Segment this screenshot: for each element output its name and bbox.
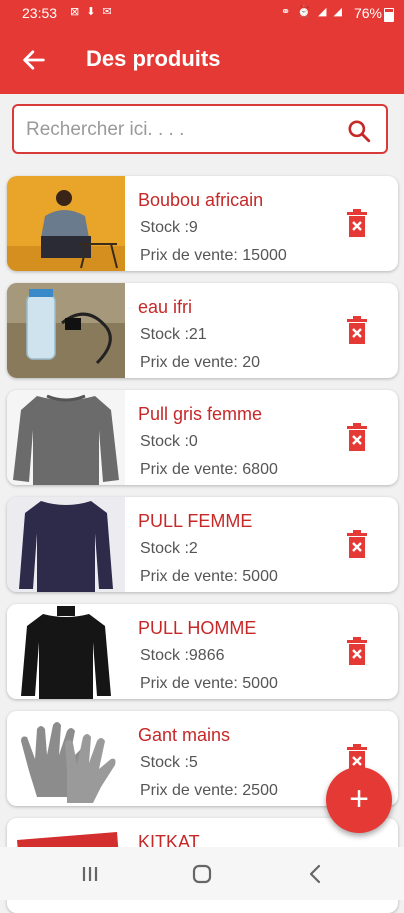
product-card[interactable]: eau ifri Stock :21 Prix de vente: 20 bbox=[7, 283, 398, 378]
product-price: Prix de vente: 5000 bbox=[140, 568, 278, 585]
product-name: Pull gris femme bbox=[138, 404, 263, 424]
product-image bbox=[7, 711, 125, 806]
battery-icon bbox=[384, 8, 394, 22]
product-image bbox=[7, 604, 125, 699]
product-name: PULL FEMME bbox=[138, 511, 253, 531]
product-price: Prix de vente: 15000 bbox=[140, 247, 287, 264]
add-product-button[interactable]: + bbox=[326, 767, 392, 833]
product-stock: Stock :9 bbox=[140, 219, 198, 236]
delete-icon[interactable] bbox=[345, 636, 369, 666]
product-stock: Stock :21 bbox=[140, 326, 207, 343]
system-icons: ⚭ ⏰ ◢ ◢ bbox=[280, 6, 344, 18]
plus-icon: + bbox=[349, 780, 369, 818]
product-card[interactable]: PULL FEMME Stock :2 Prix de vente: 5000 bbox=[7, 497, 398, 592]
product-image bbox=[7, 283, 125, 378]
product-name: Gant mains bbox=[138, 725, 231, 745]
product-name: PULL HOMME bbox=[138, 618, 257, 638]
home-icon[interactable] bbox=[188, 860, 216, 888]
delete-icon[interactable] bbox=[345, 529, 369, 559]
product-card[interactable]: Pull gris femme Stock :0 Prix de vente: … bbox=[7, 390, 398, 485]
product-image bbox=[7, 176, 125, 271]
product-price: Prix de vente: 2500 bbox=[140, 782, 278, 799]
product-stock: Stock :0 bbox=[140, 433, 198, 450]
battery-level: 76% bbox=[353, 5, 382, 21]
product-name: Boubou africain bbox=[138, 190, 264, 210]
notification-icons: ⊠ ⬇ ✉ bbox=[70, 6, 114, 18]
product-stock: Stock :2 bbox=[140, 540, 198, 557]
product-price: Prix de vente: 20 bbox=[140, 354, 261, 371]
delete-icon[interactable] bbox=[345, 422, 369, 452]
product-price: Prix de vente: 6800 bbox=[140, 461, 278, 478]
recent-apps-icon[interactable] bbox=[76, 860, 104, 888]
product-image bbox=[7, 390, 125, 485]
product-image bbox=[7, 497, 125, 592]
back-arrow-icon[interactable] bbox=[20, 46, 48, 74]
status-bar: 23:53 ⊠ ⬇ ✉ ⚭ ⏰ ◢ ◢ 76% bbox=[0, 0, 404, 26]
delete-icon[interactable] bbox=[345, 315, 369, 345]
product-price: Prix de vente: 5000 bbox=[140, 675, 278, 692]
app-bar: Des produits bbox=[0, 26, 404, 94]
back-icon[interactable] bbox=[302, 860, 330, 888]
status-time: 23:53 bbox=[22, 5, 58, 21]
delete-icon[interactable] bbox=[345, 208, 369, 238]
product-stock: Stock :5 bbox=[140, 754, 198, 771]
search-bar bbox=[12, 104, 388, 154]
product-stock: Stock :9866 bbox=[140, 647, 225, 664]
product-name: eau ifri bbox=[138, 297, 193, 317]
page-title: Des produits bbox=[86, 46, 221, 71]
product-card[interactable]: PULL HOMME Stock :9866 Prix de vente: 50… bbox=[7, 604, 398, 699]
search-icon[interactable] bbox=[346, 118, 372, 144]
product-card[interactable]: Boubou africain Stock :9 Prix de vente: … bbox=[7, 176, 398, 271]
system-nav-bar bbox=[0, 847, 404, 900]
search-input[interactable] bbox=[24, 116, 348, 144]
